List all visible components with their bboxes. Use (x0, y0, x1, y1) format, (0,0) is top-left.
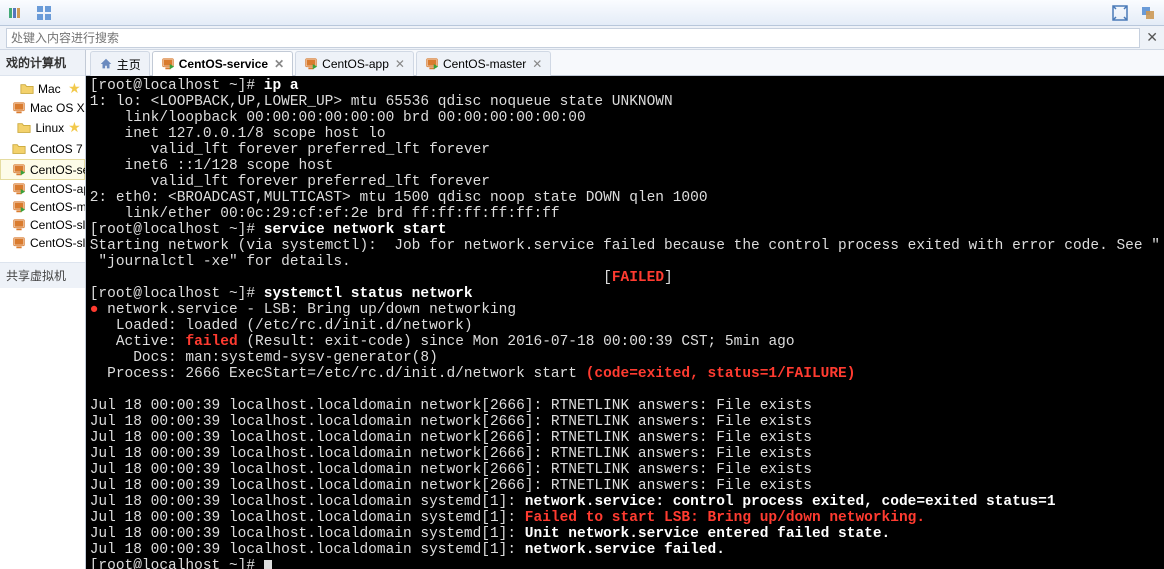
sidebar-item-centos-master[interactable]: CentOS-master (0, 198, 85, 216)
tab-bar: 主页CentOS-service✕CentOS-app✕CentOS-maste… (86, 50, 1164, 76)
toolbar-btn-unity[interactable] (1138, 3, 1158, 23)
sidebar-item-label: CentOS-app (30, 182, 86, 196)
vm-icon (161, 57, 175, 71)
search-row: ✕ (0, 26, 1164, 50)
sidebar-item-linux[interactable]: Linux ★ (0, 117, 85, 138)
sidebar-bottom-label: 共享虚拟机 (0, 262, 85, 288)
vm-icon (12, 200, 26, 214)
sidebar-item-centos-service[interactable]: CentOS-service★ (0, 159, 85, 180)
vm-tree: Mac★Mac OS X 10.8Linux★CentOS 7 64bit★Ce… (0, 76, 85, 262)
terminal-cursor (264, 560, 272, 569)
tab--[interactable]: 主页 (90, 51, 150, 76)
sidebar-item-label: Linux (35, 121, 64, 135)
vm-icon (425, 57, 439, 71)
close-icon[interactable]: ✕ (395, 57, 405, 71)
content-area: 主页CentOS-service✕CentOS-app✕CentOS-maste… (86, 50, 1164, 569)
sidebar-panel-title: 戏的计算机 (0, 50, 85, 76)
star-icon: ★ (68, 119, 81, 136)
sidebar-item-mac[interactable]: Mac ★ (0, 78, 85, 99)
sidebar-item-label: CentOS-service (30, 163, 86, 177)
sidebar-item-label: Mac OS X 10.8 (30, 101, 86, 115)
tab-centos-master[interactable]: CentOS-master ✕ (416, 51, 551, 76)
tab-label: 主页 (117, 56, 141, 73)
folder-icon (17, 121, 31, 135)
folder-icon (20, 82, 34, 96)
terminal[interactable]: [root@localhost ~]# ip a 1: lo: <LOOPBAC… (86, 76, 1164, 569)
tab-label: CentOS-master (443, 57, 526, 71)
tab-centos-service[interactable]: CentOS-service ✕ (152, 51, 293, 76)
folder-icon (12, 142, 26, 156)
sidebar-item-mac-os-x-10-8[interactable]: Mac OS X 10.8 (0, 99, 85, 117)
sidebar-item-centos-slave1[interactable]: CentOS-slave1 (0, 216, 85, 234)
toolbar-btn-fullscreen[interactable] (1110, 3, 1130, 23)
sidebar: 戏的计算机 Mac ★ Mac OS X 10.8 Linux ★ CentOS 7 64… (0, 50, 86, 569)
sidebar-item-centos-slave2[interactable]: CentOS-slave2 (0, 234, 85, 252)
sidebar-item-label: CentOS-slave2 (30, 236, 86, 250)
sidebar-item-label: CentOS-slave1 (30, 218, 86, 232)
sidebar-item-label: Mac (38, 82, 61, 96)
search-input[interactable] (6, 28, 1140, 48)
vm-icon (12, 218, 26, 232)
sidebar-item-label: CentOS 7 64bit (30, 142, 86, 156)
tab-centos-app[interactable]: CentOS-app ✕ (295, 51, 414, 76)
home-icon (99, 57, 113, 71)
vm-icon (12, 163, 26, 177)
top-toolbar (0, 0, 1164, 26)
vm-icon (304, 57, 318, 71)
toolbar-btn-library[interactable] (6, 3, 26, 23)
tab-label: CentOS-app (322, 57, 389, 71)
tab-label: CentOS-service (179, 57, 268, 71)
close-icon[interactable]: ✕ (1146, 29, 1158, 46)
vm-icon (12, 236, 26, 250)
sidebar-item-centos-app[interactable]: CentOS-app (0, 180, 85, 198)
star-icon: ★ (68, 80, 81, 97)
close-icon[interactable]: ✕ (532, 57, 542, 71)
close-icon[interactable]: ✕ (274, 57, 284, 71)
sidebar-item-centos-7-64bit[interactable]: CentOS 7 64bit★ (0, 138, 85, 159)
vm-icon (12, 182, 26, 196)
vm-icon (12, 101, 26, 115)
sidebar-item-label: CentOS-master (30, 200, 86, 214)
toolbar-btn-thumbnail[interactable] (34, 3, 54, 23)
